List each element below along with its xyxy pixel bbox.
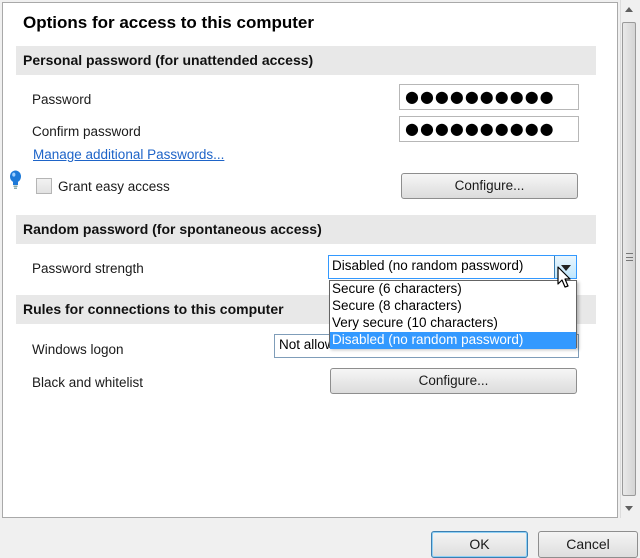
scroll-grip bbox=[626, 253, 633, 261]
option-very-secure-10[interactable]: Very secure (10 characters) bbox=[330, 315, 576, 332]
vertical-scrollbar[interactable] bbox=[620, 0, 637, 518]
option-disabled[interactable]: Disabled (no random password) bbox=[330, 332, 576, 349]
confirm-password-label: Confirm password bbox=[32, 124, 141, 139]
password-strength-select[interactable]: Disabled (no random password) bbox=[328, 255, 577, 279]
lightbulb-icon bbox=[10, 170, 21, 189]
dialog-title: Options for access to this computer bbox=[23, 13, 314, 32]
password-input[interactable]: ●●●●●●●●●● bbox=[399, 84, 579, 110]
black-whitelist-label: Black and whitelist bbox=[32, 375, 144, 390]
manage-passwords-link[interactable]: Manage additional Passwords... bbox=[33, 147, 224, 162]
scroll-down-icon[interactable] bbox=[625, 506, 633, 511]
black-whitelist-configure-button[interactable]: Configure... bbox=[330, 368, 577, 394]
option-secure-8[interactable]: Secure (8 characters) bbox=[330, 298, 576, 315]
grant-easy-access-checkbox[interactable] bbox=[36, 178, 52, 194]
grant-easy-access-label: Grant easy access bbox=[58, 179, 170, 194]
mouse-cursor-icon bbox=[557, 266, 571, 288]
windows-logon-label: Windows logon bbox=[32, 342, 124, 357]
password-strength-dropdown: Secure (6 characters) Secure (8 characte… bbox=[329, 280, 577, 349]
password-label: Password bbox=[32, 92, 92, 107]
confirm-password-input[interactable]: ●●●●●●●●●● bbox=[399, 116, 579, 142]
easy-access-configure-button[interactable]: Configure... bbox=[401, 173, 578, 199]
option-secure-6[interactable]: Secure (6 characters) bbox=[330, 281, 576, 298]
password-strength-label: Password strength bbox=[32, 261, 144, 276]
personal-password-header: Personal password (for unattended access… bbox=[16, 46, 596, 75]
random-password-header: Random password (for spontaneous access) bbox=[16, 215, 596, 244]
ok-button[interactable]: OK bbox=[431, 531, 528, 558]
scroll-up-icon[interactable] bbox=[625, 7, 633, 12]
password-strength-value: Disabled (no random password) bbox=[332, 258, 524, 273]
cancel-button[interactable]: Cancel bbox=[538, 531, 638, 558]
scroll-thumb[interactable] bbox=[622, 22, 636, 496]
